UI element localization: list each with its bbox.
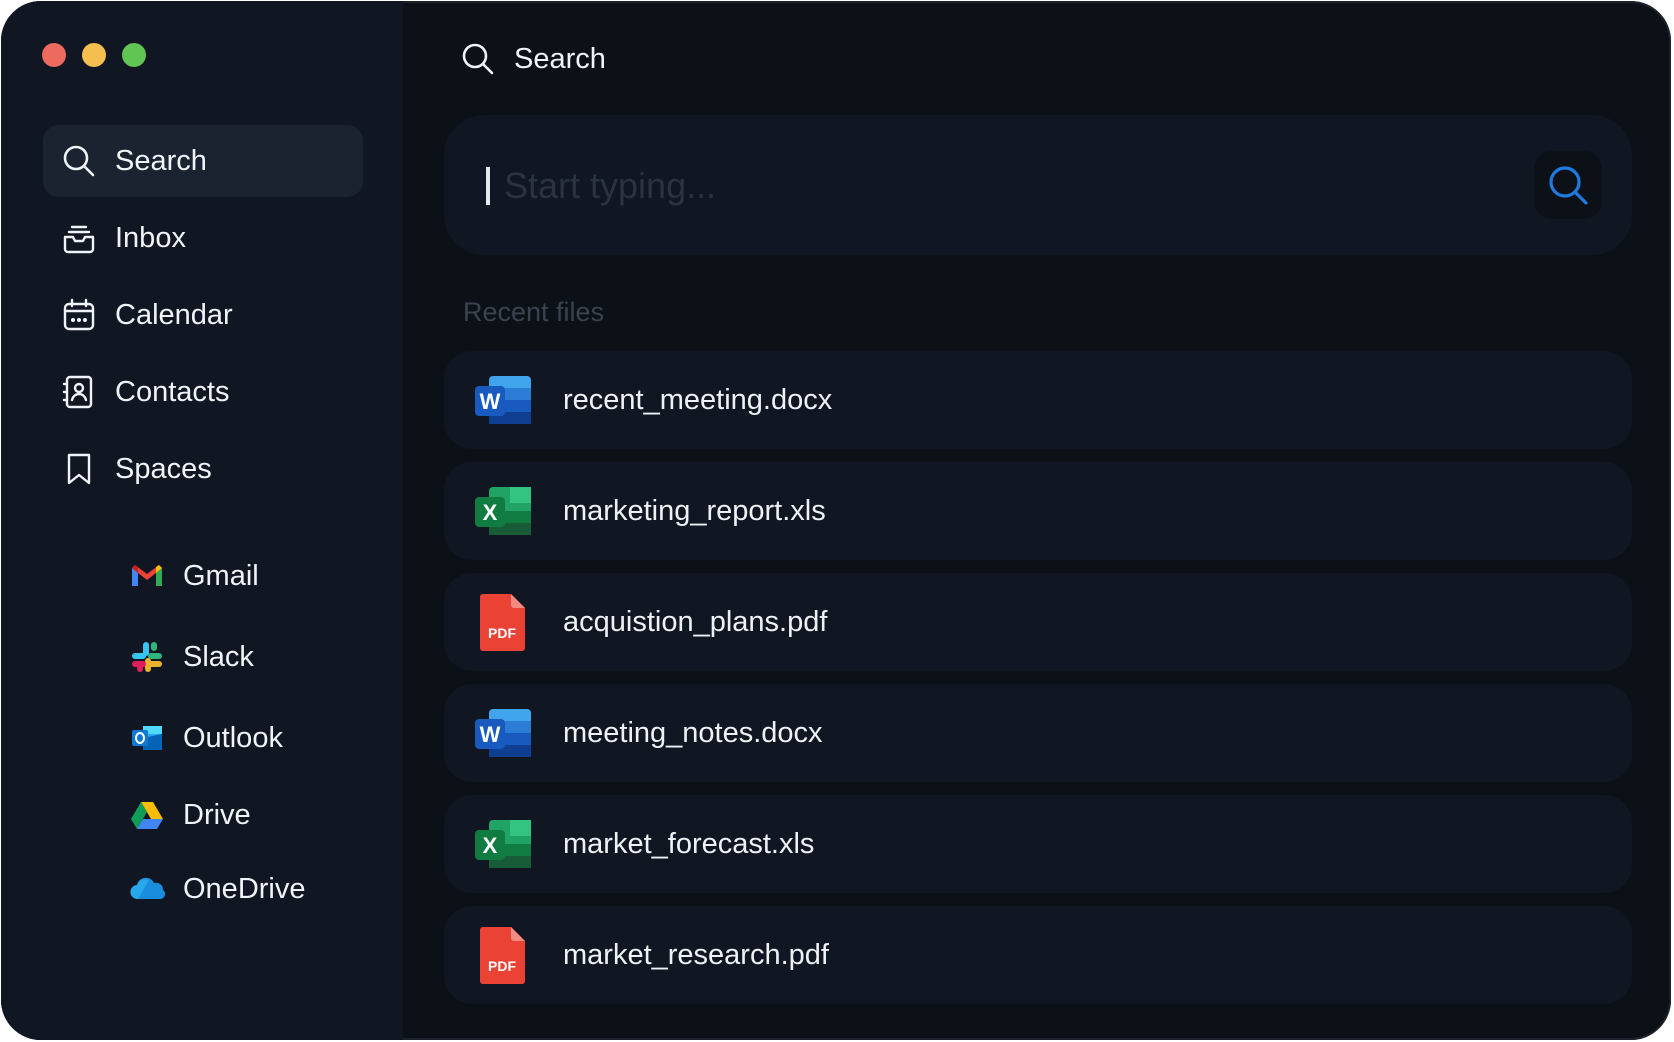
pdf-file-icon: PDF bbox=[471, 590, 535, 654]
onedrive-icon bbox=[129, 871, 165, 907]
space-item-gmail[interactable]: Gmail bbox=[129, 546, 369, 606]
sidebar-item-search[interactable]: Search bbox=[43, 125, 363, 197]
search-icon bbox=[61, 143, 97, 179]
svg-text:W: W bbox=[480, 722, 501, 747]
sidebar-item-spaces[interactable]: Spaces bbox=[43, 433, 363, 505]
space-item-slack[interactable]: Slack bbox=[129, 627, 369, 687]
space-item-label: Gmail bbox=[183, 559, 259, 592]
space-item-drive[interactable]: Drive bbox=[129, 785, 369, 845]
sidebar-item-label: Spaces bbox=[115, 452, 212, 485]
file-row[interactable]: X marketing_report.xls bbox=[444, 462, 1632, 560]
pdf-file-icon: PDF bbox=[471, 923, 535, 987]
svg-text:X: X bbox=[483, 500, 498, 525]
search-submit-button[interactable] bbox=[1534, 151, 1602, 219]
slack-icon bbox=[129, 639, 165, 675]
sidebar-item-label: Contacts bbox=[115, 375, 230, 408]
file-row[interactable]: PDF market_research.pdf bbox=[444, 906, 1632, 1004]
minimize-window-button[interactable] bbox=[82, 43, 106, 67]
file-row[interactable]: X market_forecast.xls bbox=[444, 795, 1632, 893]
maximize-window-button[interactable] bbox=[122, 43, 146, 67]
search-icon bbox=[1549, 166, 1588, 205]
app-window: Search Inbox Calendar Contacts Spaces Gm… bbox=[1, 1, 1671, 1040]
search-icon bbox=[462, 43, 494, 75]
window-controls bbox=[42, 43, 146, 67]
file-name: acquistion_plans.pdf bbox=[563, 605, 828, 638]
file-name: recent_meeting.docx bbox=[563, 383, 833, 416]
file-row[interactable]: W recent_meeting.docx bbox=[444, 351, 1632, 449]
file-name: market_forecast.xls bbox=[563, 827, 815, 860]
recent-files-label: Recent files bbox=[463, 297, 605, 327]
text-caret bbox=[486, 167, 490, 205]
word-file-icon: W bbox=[471, 368, 535, 432]
page-title-text: Search bbox=[514, 42, 606, 75]
close-window-button[interactable] bbox=[42, 43, 66, 67]
svg-text:X: X bbox=[483, 833, 498, 858]
file-row[interactable]: PDF acquistion_plans.pdf bbox=[444, 573, 1632, 671]
file-name: market_research.pdf bbox=[563, 938, 829, 971]
file-name: marketing_report.xls bbox=[563, 494, 826, 527]
bookmark-icon bbox=[61, 451, 97, 487]
space-item-onedrive[interactable]: OneDrive bbox=[129, 859, 369, 919]
file-name: meeting_notes.docx bbox=[563, 716, 823, 749]
sidebar-item-inbox[interactable]: Inbox bbox=[43, 202, 363, 274]
sidebar-item-label: Calendar bbox=[115, 298, 233, 331]
space-item-label: Slack bbox=[183, 640, 254, 673]
space-item-label: OneDrive bbox=[183, 872, 306, 905]
word-file-icon: W bbox=[471, 701, 535, 765]
sidebar-item-label: Inbox bbox=[115, 221, 186, 254]
svg-text:W: W bbox=[480, 389, 501, 414]
sidebar-item-label: Search bbox=[115, 144, 207, 177]
svg-text:PDF: PDF bbox=[488, 625, 516, 641]
excel-file-icon: X bbox=[471, 812, 535, 876]
search-box bbox=[444, 115, 1632, 255]
excel-file-icon: X bbox=[471, 479, 535, 543]
file-row[interactable]: W meeting_notes.docx bbox=[444, 684, 1632, 782]
contacts-icon bbox=[61, 374, 97, 410]
inbox-icon bbox=[61, 220, 97, 256]
gmail-icon bbox=[129, 558, 165, 594]
sidebar-item-contacts[interactable]: Contacts bbox=[43, 356, 363, 428]
svg-text:PDF: PDF bbox=[488, 958, 516, 974]
page-title: Search bbox=[460, 39, 606, 79]
sidebar-item-calendar[interactable]: Calendar bbox=[43, 279, 363, 351]
outlook-icon bbox=[129, 720, 165, 756]
sidebar: Search Inbox Calendar Contacts Spaces Gm… bbox=[1, 1, 403, 1040]
search-input[interactable] bbox=[502, 155, 1466, 217]
space-item-label: Outlook bbox=[183, 721, 283, 754]
google-drive-icon bbox=[129, 797, 165, 833]
space-item-outlook[interactable]: Outlook bbox=[129, 708, 369, 768]
space-item-label: Drive bbox=[183, 798, 251, 831]
calendar-icon bbox=[61, 297, 97, 333]
